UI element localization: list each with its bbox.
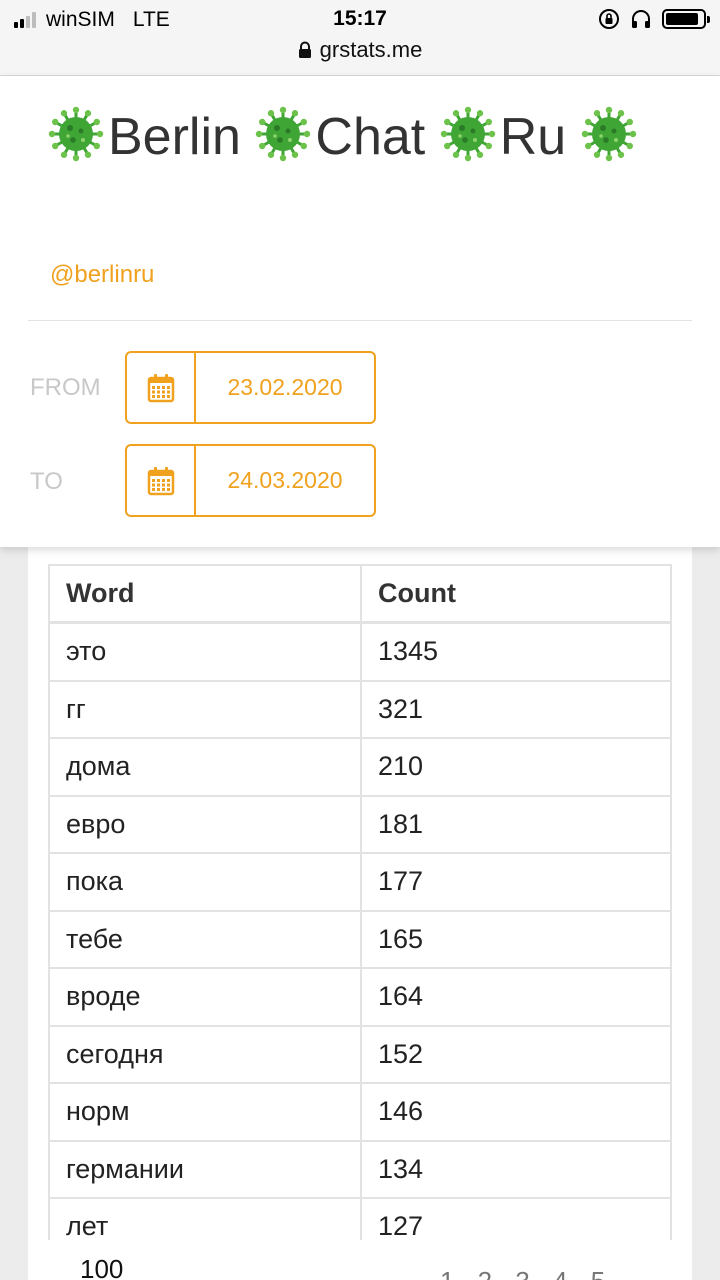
- url-bar[interactable]: grstats.me: [0, 37, 720, 63]
- to-date-picker[interactable]: 24.03.2020: [125, 444, 376, 517]
- table-row: это 1345: [50, 624, 670, 682]
- word-cell: лет: [50, 1199, 362, 1240]
- word-cell: пока: [50, 854, 362, 910]
- table-row: сегодня 152: [50, 1026, 670, 1084]
- word-cell: это: [50, 624, 362, 680]
- from-date-value[interactable]: 23.02.2020: [196, 353, 374, 422]
- word-cell: сегодня: [50, 1026, 362, 1082]
- count-cell: 146: [378, 1096, 424, 1127]
- table-header-row: Word Count: [50, 566, 670, 624]
- pagination[interactable]: 1 2 3 4 5: [440, 1266, 613, 1280]
- status-bar-right: [598, 8, 710, 30]
- divider: [28, 320, 692, 321]
- count-cell: 1345: [378, 636, 439, 667]
- table-row: пока 177: [50, 854, 670, 912]
- url-text: grstats.me: [319, 37, 423, 62]
- word-cell: германии: [50, 1141, 362, 1197]
- lock-icon: [298, 41, 311, 58]
- word-cell: гг: [50, 681, 362, 737]
- count-cell: 152: [378, 1038, 424, 1069]
- count-cell: 127: [378, 1211, 424, 1240]
- count-cell: 164: [378, 981, 424, 1012]
- calendar-icon[interactable]: [127, 446, 196, 515]
- virus-icon: [581, 106, 637, 162]
- from-label: FROM: [30, 374, 101, 401]
- count-cell: 134: [378, 1153, 424, 1184]
- page-size-select[interactable]: 100: [80, 1254, 123, 1280]
- title-word-1: Berlin: [108, 108, 241, 166]
- table-row: тебе 165: [50, 911, 670, 969]
- count-cell: 181: [378, 808, 424, 839]
- title-word-3: Ru: [499, 108, 567, 166]
- table-row: евро 181: [50, 796, 670, 854]
- chat-header-card: Berlin Chat Ru @berlinru FROM 23.02.2020…: [0, 76, 720, 547]
- from-date-picker[interactable]: 23.02.2020: [125, 351, 376, 424]
- virus-icon: [440, 106, 496, 162]
- table-row: норм 146: [50, 1084, 670, 1142]
- table-row: лет 127: [50, 1199, 670, 1240]
- page-title: Berlin Chat Ru: [48, 98, 688, 176]
- word-cell: тебе: [50, 911, 362, 967]
- virus-icon: [255, 106, 311, 162]
- table-row: гг 321: [50, 681, 670, 739]
- headphones-icon: [632, 10, 650, 28]
- word-cell: вроде: [50, 969, 362, 1025]
- column-header-count[interactable]: Count: [362, 566, 670, 621]
- orientation-lock-icon: [599, 9, 619, 29]
- browser-top-bar: winSIM LTE 15:17 grstats.me: [0, 0, 720, 76]
- calendar-icon[interactable]: [127, 353, 196, 422]
- count-cell: 165: [378, 923, 424, 954]
- word-cell: норм: [50, 1084, 362, 1140]
- word-cell: евро: [50, 796, 362, 852]
- battery-icon: [662, 9, 710, 29]
- title-word-2: Chat: [315, 108, 426, 166]
- table-row: германии 134: [50, 1141, 670, 1199]
- to-label: TO: [30, 468, 63, 495]
- word-cell: дома: [50, 739, 362, 795]
- column-header-word[interactable]: Word: [50, 566, 362, 621]
- table-row: дома 210: [50, 739, 670, 797]
- chat-handle-link[interactable]: @berlinru: [50, 261, 154, 289]
- count-cell: 177: [378, 866, 424, 897]
- count-cell: 210: [378, 751, 424, 782]
- count-cell: 321: [378, 693, 424, 724]
- virus-icon: [48, 106, 104, 162]
- word-count-table: Word Count это 1345 гг 321 дома 210 евро 181 пок…: [48, 564, 672, 1240]
- to-date-value[interactable]: 24.03.2020: [196, 446, 374, 515]
- table-row: вроде 164: [50, 969, 670, 1027]
